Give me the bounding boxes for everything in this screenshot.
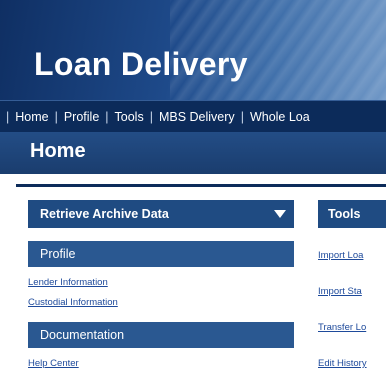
import-status-link[interactable]: Import Sta	[318, 286, 386, 297]
app-title: Loan Delivery	[34, 46, 248, 82]
page-title: Home	[30, 140, 86, 162]
left-panel: Retrieve Archive Data Profile Lender Inf…	[28, 200, 294, 369]
nav-separator: |	[54, 110, 58, 124]
retrieve-archive-dropdown[interactable]: Retrieve Archive Data	[28, 200, 294, 228]
tools-panel: Tools Import Loa Import Sta Transfer Lo …	[318, 200, 386, 369]
documentation-section-header: Documentation	[28, 322, 294, 348]
main-nav: | Home | Profile | Tools | MBS Delivery …	[0, 100, 386, 133]
nav-separator: |	[6, 110, 10, 124]
nav-item-mbs-delivery[interactable]: MBS Delivery	[159, 110, 235, 124]
transfer-loan-link[interactable]: Transfer Lo	[318, 322, 386, 333]
dropdown-label: Retrieve Archive Data	[40, 207, 169, 221]
nav-separator: |	[240, 110, 244, 124]
chevron-down-icon	[274, 210, 286, 218]
nav-item-profile[interactable]: Profile	[64, 110, 99, 124]
page-header: Home	[0, 132, 386, 174]
profile-section-header: Profile	[28, 241, 294, 267]
header-divider	[16, 184, 386, 187]
tools-section-header: Tools	[318, 200, 386, 228]
nav-separator: |	[149, 110, 153, 124]
nav-separator: |	[105, 110, 109, 124]
nav-item-whole-loan[interactable]: Whole Loa	[250, 110, 310, 124]
header-banner: Loan Delivery	[0, 0, 386, 100]
help-center-link[interactable]: Help Center	[28, 358, 294, 369]
import-loan-link[interactable]: Import Loa	[318, 250, 386, 261]
lender-information-link[interactable]: Lender Information	[28, 277, 294, 288]
nav-item-tools[interactable]: Tools	[115, 110, 144, 124]
custodial-information-link[interactable]: Custodial Information	[28, 297, 294, 308]
edit-history-link[interactable]: Edit History	[318, 358, 386, 369]
nav-item-home[interactable]: Home	[15, 110, 48, 124]
